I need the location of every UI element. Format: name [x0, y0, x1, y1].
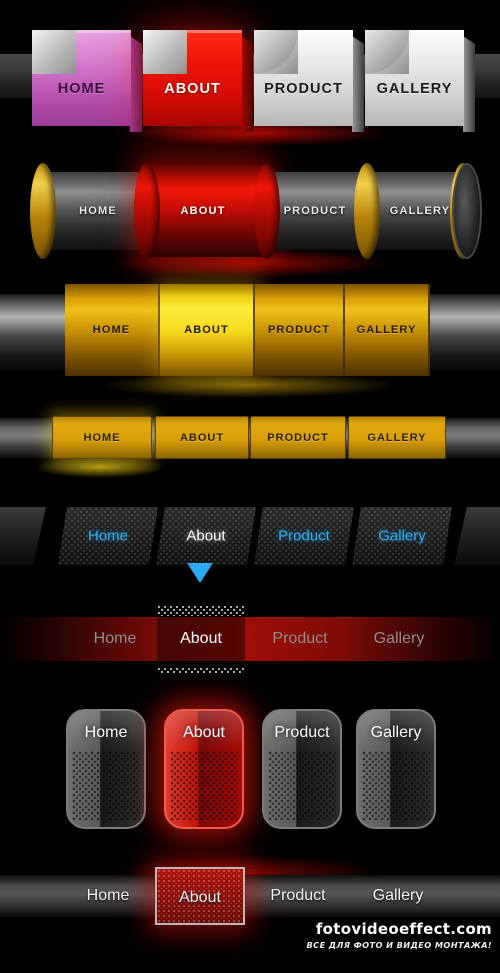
tab-front-face: ABOUT [143, 30, 242, 126]
redbar-item-home[interactable]: Home [70, 617, 160, 661]
cyl-about-label: ABOUT [180, 205, 226, 217]
round-home-label: Home [84, 724, 128, 741]
tab-about-label: ABOUT [164, 81, 221, 97]
redbar-product-label: Product [272, 630, 328, 647]
flat-tab-product[interactable]: PRODUCT [250, 416, 346, 459]
redbar-item-product[interactable]: Product [252, 617, 348, 661]
honeycomb-texture [170, 751, 238, 820]
dot-texture-top [157, 605, 245, 616]
flat-home-label: HOME [83, 431, 121, 444]
menu-dark-cylinder: HOME ABOUT PRODUCT GALLERY [0, 150, 500, 280]
gold-barrel-body: HOME ABOUT PRODUCT GALLERY [65, 284, 430, 376]
trap-tab-home[interactable]: Home [58, 507, 158, 565]
honeycomb-texture [72, 751, 140, 820]
menu-blue-honeycomb: Home About Product Gallery [0, 495, 500, 595]
trap-tab-product[interactable]: Product [254, 507, 354, 565]
watermark: fotovideoeffect.com ВСЕ ДЛЯ ФОТО И ВИДЕО… [307, 920, 492, 950]
cylinder-endcap [452, 163, 482, 259]
redbar-gallery-label: Gallery [373, 630, 425, 647]
tab-product-label: PRODUCT [264, 81, 343, 97]
menu-flat-gold-tabs: HOME ABOUT PRODUCT GALLERY [0, 398, 500, 495]
graybar-home-label: Home [86, 887, 130, 904]
trap-product-label: Product [278, 527, 330, 545]
tab-side-face [241, 36, 253, 132]
honeycomb-texture [362, 751, 430, 820]
yellow-glow [35, 456, 165, 478]
tab-product[interactable]: PRODUCT [254, 30, 364, 132]
redbar-item-about[interactable]: About [157, 605, 245, 673]
gold-about-label: ABOUT [184, 324, 229, 336]
tab-home[interactable]: HOME [32, 30, 142, 132]
gold-ring-mid [354, 163, 380, 259]
corner-fold-icon [143, 30, 187, 74]
tab-side-face [130, 36, 142, 132]
round-about-label: About [183, 724, 225, 741]
rail-end-left [0, 507, 46, 565]
rail-end-right [454, 507, 500, 565]
corner-fold-icon [254, 30, 298, 74]
graybar-gallery-label: Gallery [372, 887, 424, 904]
tab-side-face [463, 36, 475, 132]
tab-front-face: PRODUCT [254, 30, 353, 126]
trap-about-label: About [186, 527, 226, 545]
graybar-item-gallery[interactable]: Gallery [350, 875, 446, 917]
flat-tab-home[interactable]: HOME [52, 416, 152, 459]
tab-about[interactable]: ABOUT [143, 30, 253, 132]
trap-gallery-label: Gallery [378, 527, 426, 545]
tab-gallery-label: GALLERY [376, 81, 453, 97]
tab-home-label: HOME [57, 81, 106, 97]
red-ring-2 [254, 163, 280, 259]
graybar-product-label: Product [270, 887, 326, 904]
round-button-about[interactable]: About [164, 709, 244, 829]
tab-gallery[interactable]: GALLERY [365, 30, 475, 132]
graybar-item-home[interactable]: Home [62, 875, 154, 917]
menu-gold-barrel: HOME ABOUT PRODUCT GALLERY [0, 280, 500, 398]
trap-tab-gallery[interactable]: Gallery [352, 507, 452, 565]
tab-side-face [352, 36, 364, 132]
gold-home-label: HOME [92, 324, 131, 336]
corner-fold-icon [32, 30, 76, 74]
menu-gray-bar-red-tab: Home About Product Gallery [0, 855, 500, 973]
screenshot-canvas: HOME ABOUT PRODUCT GALLERY HOME ABOUT PR… [0, 0, 500, 973]
gold-segment-home[interactable]: HOME [65, 284, 160, 376]
flat-tab-gallery[interactable]: GALLERY [348, 416, 446, 459]
menu-3d-folded-tabs: HOME ABOUT PRODUCT GALLERY [0, 0, 500, 150]
round-gallery-label: Gallery [370, 724, 422, 741]
cylinder-body: HOME ABOUT PRODUCT GALLERY [24, 163, 482, 259]
watermark-site: fotovideoeffect.com [315, 920, 492, 938]
gold-segment-about[interactable]: ABOUT [160, 284, 255, 376]
graybar-item-about[interactable]: About [155, 867, 245, 925]
redbar-about-label: About [180, 630, 222, 647]
gold-ring-left [30, 163, 56, 259]
corner-fold-icon [365, 30, 409, 74]
round-button-product[interactable]: Product [262, 709, 342, 829]
trap-tab-about[interactable]: About [156, 507, 256, 565]
menu-rounded-buttons: Home About Product Gallery [0, 695, 500, 855]
gold-product-label: PRODUCT [267, 324, 331, 336]
flat-about-label: ABOUT [179, 431, 225, 444]
trap-home-label: Home [87, 527, 128, 545]
red-ring-1 [134, 163, 160, 259]
redbar-item-gallery[interactable]: Gallery [352, 617, 446, 661]
round-button-gallery[interactable]: Gallery [356, 709, 436, 829]
gold-segment-product[interactable]: PRODUCT [255, 284, 345, 376]
flat-product-label: PRODUCT [267, 431, 329, 444]
tab-front-face: HOME [32, 30, 131, 126]
cyl-segment-about[interactable]: ABOUT [142, 165, 264, 257]
dot-texture-bottom [157, 667, 245, 673]
graybar-item-product[interactable]: Product [250, 875, 346, 917]
round-product-label: Product [274, 724, 330, 741]
flat-gallery-label: GALLERY [367, 431, 427, 444]
honeycomb-texture [268, 751, 336, 820]
redbar-home-label: Home [93, 630, 137, 647]
tab-front-face: GALLERY [365, 30, 464, 126]
menu-dark-red-bar: Home About Product Gallery [0, 595, 500, 695]
flat-tab-about[interactable]: ABOUT [155, 416, 249, 459]
watermark-tagline: ВСЕ ДЛЯ ФОТО И ВИДЕО МОНТАЖА! [306, 940, 492, 950]
gold-gallery-label: GALLERY [356, 324, 417, 336]
triangle-down-icon [187, 563, 213, 583]
round-button-home[interactable]: Home [66, 709, 146, 829]
graybar-about-label: About [179, 889, 221, 906]
gold-segment-gallery[interactable]: GALLERY [345, 284, 430, 376]
